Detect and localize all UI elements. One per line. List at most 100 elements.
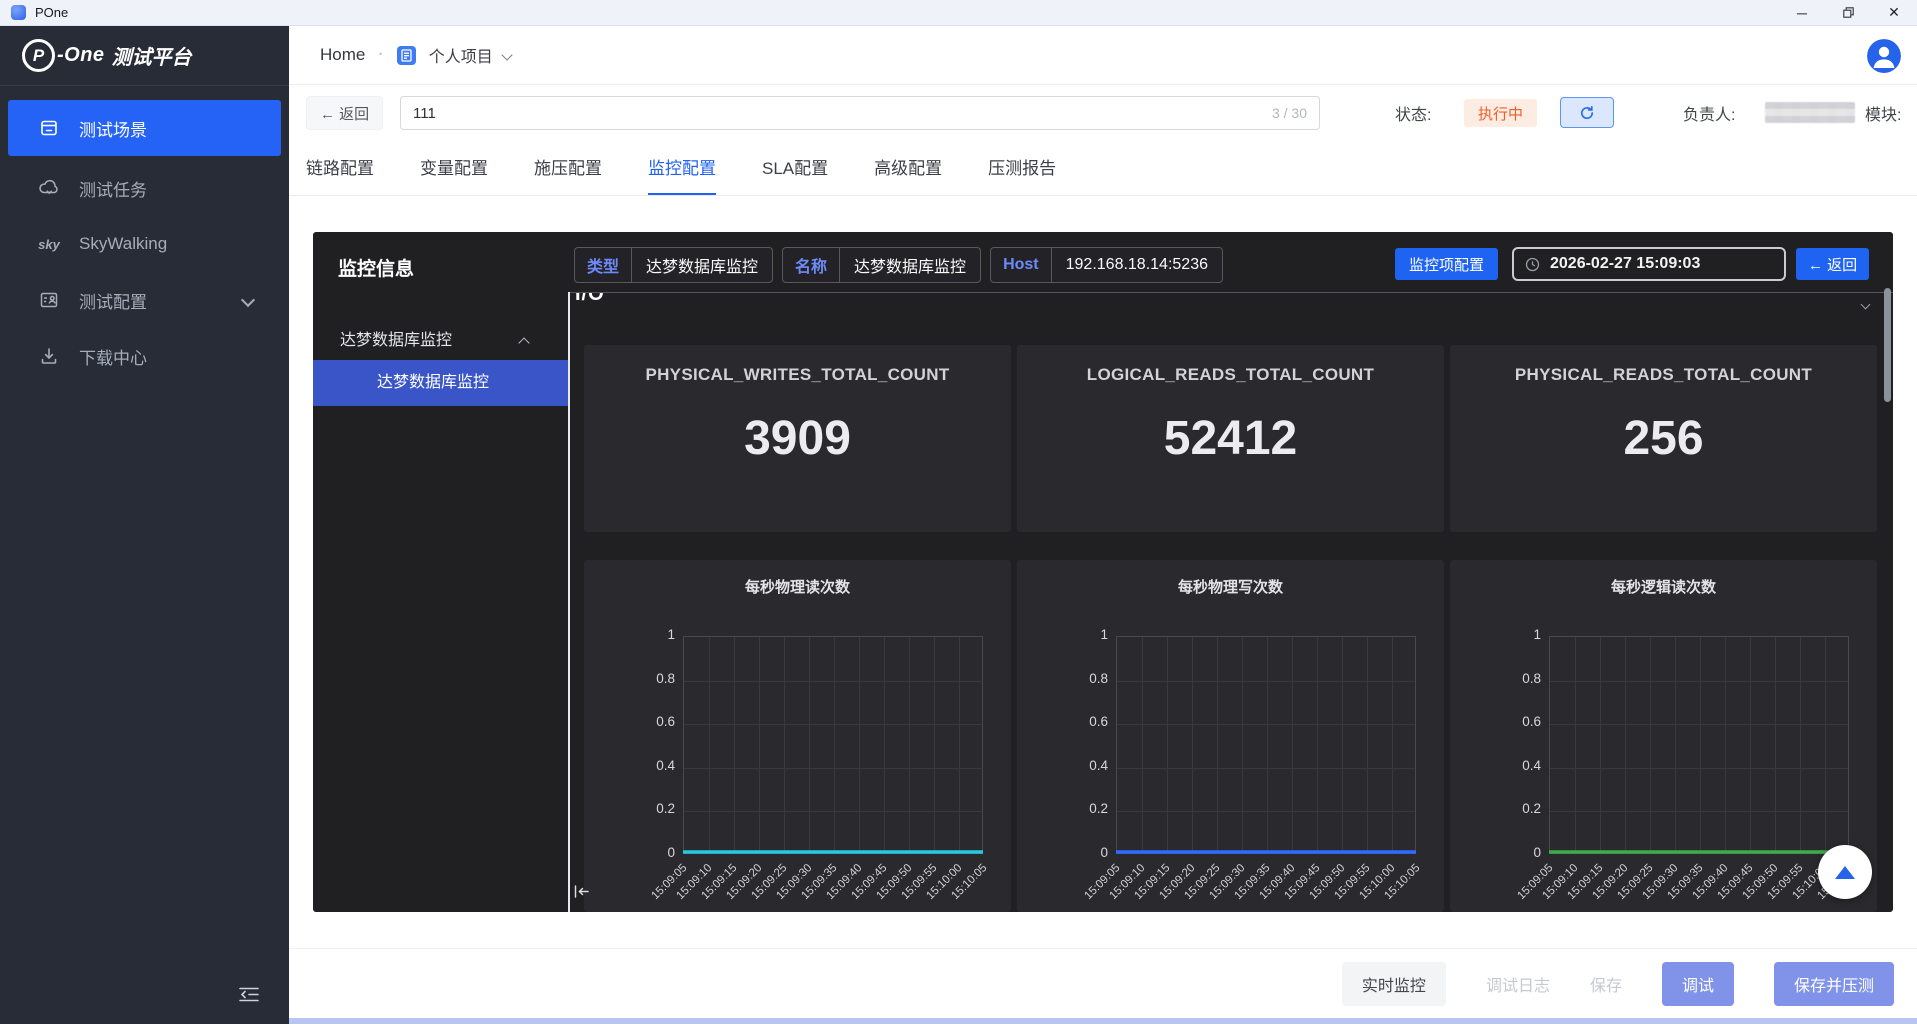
y-tick-label: 0 (1060, 845, 1108, 860)
sidebar-item-scenes[interactable]: 测试场景 (8, 100, 281, 156)
logo-brand: -One (57, 44, 105, 67)
y-tick-label: 0.8 (627, 671, 675, 686)
debug-button[interactable]: 调试 (1662, 962, 1734, 1006)
tab-report[interactable]: 压测报告 (988, 140, 1056, 195)
chart-title: 每秒物理读次数 (584, 560, 1011, 597)
chart-title: 每秒物理写次数 (1017, 560, 1444, 597)
sidebar-item-config[interactable]: 测试配置 (8, 276, 281, 324)
sidebar-item-label: 测试配置 (79, 288, 147, 313)
series-line (1116, 636, 1416, 854)
y-tick-label: 1 (1060, 627, 1108, 642)
chart-title: 每秒逻辑读次数 (1450, 560, 1877, 597)
restore-button[interactable] (1825, 0, 1871, 25)
back-button[interactable]: ← 返回 (306, 96, 383, 130)
sidebar-item-label: 测试场景 (79, 116, 147, 141)
config-tabs: 链路配置变量配置施压配置监控配置 SLA配置高级配置压测报告 (289, 140, 1917, 196)
tab-variable[interactable]: 变量配置 (420, 140, 488, 195)
chevron-up-icon[interactable] (520, 334, 528, 352)
chevron-down-icon (241, 293, 255, 307)
save-and-test-button[interactable]: 保存并压测 (1774, 962, 1894, 1006)
panel-back-button[interactable]: ← 返回 (1796, 248, 1869, 280)
sidebar-item-label: 下载中心 (79, 344, 147, 369)
sidebar-item-label: SkyWalking (79, 234, 167, 254)
stat-card-value: 3909 (584, 411, 1011, 466)
stat-card-row: PHYSICAL_WRITES_TOTAL_COUNT3909LOGICAL_R… (584, 345, 1877, 532)
close-button[interactable]: ✕ (1871, 0, 1917, 25)
filter-value: 达梦数据库监控 (632, 248, 772, 282)
monitor-sub-item-selected[interactable]: 达梦数据库监控 (313, 360, 568, 406)
filter-host: Host192.168.18.14:5236 (990, 247, 1223, 283)
monitor-group-item[interactable]: 达梦数据库监控 (340, 326, 452, 350)
sidebar-collapse-icon[interactable] (238, 986, 260, 1008)
scene-toolbar: ← 返回 111 3 / 30 状态: 执行中 负责人: 模块: (289, 85, 1917, 140)
y-tick-label: 0.8 (1060, 671, 1108, 686)
stat-card: PHYSICAL_READS_TOTAL_COUNT256 (1450, 345, 1877, 532)
window-controls: ─ ✕ (1779, 0, 1917, 25)
chart-card: 每秒物理读次数00.20.40.60.8115:09:0515:09:1015:… (584, 560, 1011, 912)
filter-value: 192.168.18.14:5236 (1052, 248, 1222, 282)
download-icon (36, 346, 62, 366)
y-tick-label: 0.4 (1060, 758, 1108, 773)
y-tick-label: 0.6 (627, 714, 675, 729)
filter-value: 达梦数据库监控 (840, 248, 980, 282)
footer-buttons: 实时监控 调试日志 保存 调试保存并压测 (289, 949, 1917, 1018)
chevron-down-icon[interactable] (501, 49, 512, 60)
scene-name-value: 111 (413, 105, 436, 122)
monitor-info-title: 监控信息 (338, 254, 414, 281)
datetime-picker[interactable]: 2026-02-27 15:09:03 (1512, 247, 1786, 281)
stat-card-title: LOGICAL_READS_TOTAL_COUNT (1017, 365, 1444, 385)
tab-monitor[interactable]: 监控配置 (648, 140, 716, 195)
panel-horizontal-divider (570, 292, 1893, 293)
filter-label: Host (991, 248, 1052, 282)
sidebar-menu: 测试场景测试任务 skySkyWalking 测试配置下载中心 (0, 86, 289, 380)
owner-label: 负责人: (1683, 85, 1735, 140)
page-header: Home · 个人项目 (289, 26, 1917, 85)
stat-card-value: 256 (1450, 411, 1877, 466)
refresh-icon (1579, 105, 1595, 121)
section-label-clipped: I/O (575, 293, 645, 306)
tab-advanced[interactable]: 高级配置 (874, 140, 942, 195)
series-line (683, 636, 983, 854)
refresh-button[interactable] (1560, 97, 1614, 128)
debug-log-button[interactable]: 调试日志 (1486, 972, 1550, 996)
app-window: POne ─ ✕ P -One 测试平台 测试场景测试任务 skySkyWalki… (0, 0, 1917, 1024)
tab-pressure[interactable]: 施压配置 (534, 140, 602, 195)
sidebar-item-skywalking[interactable]: skySkyWalking (8, 220, 281, 268)
cloud-icon (36, 178, 62, 198)
window-title: POne (35, 5, 68, 20)
breadcrumb-home[interactable]: Home (320, 45, 365, 65)
app-logo: P -One 测试平台 (0, 26, 289, 86)
scene-name-input[interactable]: 111 3 / 30 (400, 96, 1320, 130)
owner-value-redacted (1765, 102, 1855, 123)
logo-p-icon: P (22, 39, 55, 72)
avatar[interactable] (1867, 39, 1901, 73)
y-tick-label: 0.8 (1493, 671, 1541, 686)
y-tick-label: 0.2 (1493, 801, 1541, 816)
tab-sla[interactable]: SLA配置 (762, 140, 828, 195)
project-icon (397, 46, 416, 65)
char-counter: 3 / 30 (1272, 105, 1307, 121)
breadcrumb: Home · 个人项目 (289, 26, 1917, 84)
filter-label: 名称 (783, 248, 840, 282)
footer-action-bar: 实时监控 调试日志 保存 调试保存并压测 (289, 948, 1917, 1018)
stat-card: LOGICAL_READS_TOTAL_COUNT52412 (1017, 345, 1444, 532)
project-selector[interactable]: 个人项目 (429, 43, 493, 67)
back-to-top-button[interactable] (1818, 845, 1872, 899)
tab-link[interactable]: 链路配置 (306, 140, 374, 195)
series-line (1549, 636, 1849, 854)
chart-card: 每秒物理写次数00.20.40.60.8115:09:0515:09:1015:… (1017, 560, 1444, 912)
monitor-item-config-button[interactable]: 监控项配置 (1395, 248, 1498, 280)
logo-suffix: 测试平台 (112, 41, 192, 70)
minimize-button[interactable]: ─ (1779, 0, 1825, 25)
save-button[interactable]: 保存 (1590, 972, 1622, 996)
app-icon (11, 5, 26, 20)
collapse-subpanel-icon[interactable] (573, 884, 590, 904)
monitor-filter-bar: 类型达梦数据库监控名称达梦数据库监控 Host192.168.18.14:5236 (574, 247, 1223, 283)
panel-scrollbar-thumb[interactable] (1884, 288, 1891, 402)
chart-card: 每秒逻辑读次数00.20.40.60.8115:09:0515:09:1015:… (1450, 560, 1877, 912)
filter-type: 类型达梦数据库监控 (574, 247, 773, 283)
sidebar-item-tasks[interactable]: 测试任务 (8, 164, 281, 212)
status-label: 状态: (1395, 85, 1431, 140)
sidebar-item-download[interactable]: 下载中心 (8, 332, 281, 380)
realtime-monitor-button[interactable]: 实时监控 (1342, 962, 1446, 1006)
